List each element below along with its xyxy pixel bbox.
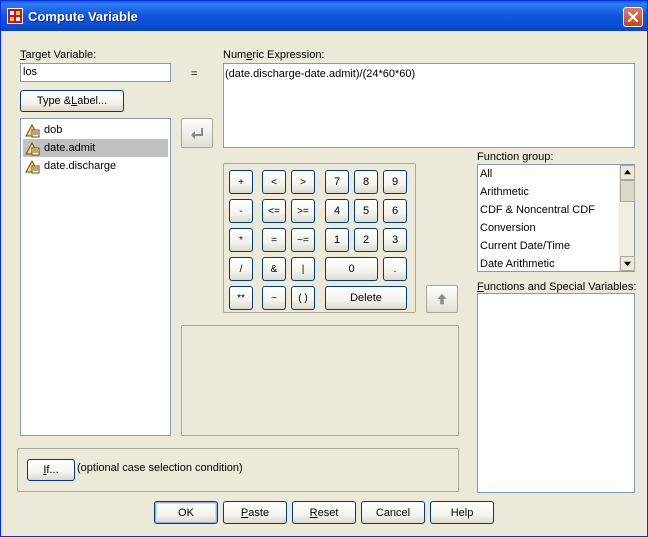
equals-sign: =	[191, 68, 198, 80]
if-note: (optional case selection condition)	[77, 462, 243, 474]
calc-digit-0-button[interactable]: 0	[325, 257, 378, 281]
function-group-item[interactable]: CDF & Noncentral CDF	[480, 201, 595, 219]
variable-item-date-admit[interactable]: date.admit	[23, 139, 168, 157]
function-group-item[interactable]: Arithmetic	[480, 183, 529, 201]
calc-decimal-button[interactable]: .	[383, 257, 407, 281]
app-icon	[7, 8, 23, 24]
calc-digit-4-button[interactable]: 4	[325, 199, 349, 223]
calc-digit-6-button[interactable]: 6	[383, 199, 407, 223]
scroll-up-icon	[624, 169, 631, 175]
date-variable-icon	[25, 123, 40, 138]
calc-parentheses-button[interactable]: ( )	[291, 286, 315, 310]
arrow-up-icon	[437, 293, 447, 305]
functions-special-list[interactable]	[477, 293, 635, 493]
variable-item-dob[interactable]: dob	[23, 121, 168, 139]
close-icon	[627, 11, 639, 23]
calculator-pad: + - * / ** < <= = & ~ > >= ~= | ( ) 7 8 …	[223, 163, 416, 313]
calc-digit-7-button[interactable]: 7	[325, 170, 349, 194]
insert-function-button[interactable]	[426, 285, 458, 313]
calc-digit-9-button[interactable]: 9	[383, 170, 407, 194]
numeric-expression-textarea[interactable]: (date.discharge-date.admit)/(24*60*60)	[223, 63, 635, 148]
variable-item-date-discharge[interactable]: date.discharge	[23, 157, 168, 175]
paste-button[interactable]: Paste	[223, 501, 287, 524]
compute-variable-dialog: Compute Variable Target Variable: los = …	[0, 0, 648, 537]
close-button[interactable]	[623, 7, 643, 27]
calc-digit-3-button[interactable]: 3	[383, 228, 407, 252]
functions-special-label: Functions and Special Variables:	[477, 281, 637, 293]
target-variable-input[interactable]: los	[20, 63, 171, 82]
calc-power-button[interactable]: **	[229, 286, 253, 310]
date-variable-icon	[25, 159, 40, 174]
function-group-list[interactable]: All Arithmetic CDF & Noncentral CDF Conv…	[477, 164, 635, 272]
variable-name: date.admit	[44, 142, 96, 154]
move-variable-button[interactable]	[181, 118, 213, 148]
calc-digit-8-button[interactable]: 8	[354, 170, 378, 194]
calc-digit-2-button[interactable]: 2	[354, 228, 378, 252]
calc-multiply-button[interactable]: *	[229, 228, 253, 252]
function-group-label: Function group:	[477, 151, 554, 163]
scroll-down-button[interactable]	[620, 256, 635, 271]
calc-less-equal-button[interactable]: <=	[262, 199, 286, 223]
target-variable-value: los	[23, 66, 38, 78]
scroll-thumb[interactable]	[620, 180, 635, 202]
numeric-expression-value: (date.discharge-date.admit)/(24*60*60)	[225, 68, 416, 80]
calc-not-button[interactable]: ~	[262, 286, 286, 310]
calc-divide-button[interactable]: /	[229, 257, 253, 281]
target-variable-label: Target Variable:	[20, 49, 97, 61]
variable-name: dob	[44, 124, 63, 136]
calc-not-equal-button[interactable]: ~=	[291, 228, 315, 252]
function-group-item[interactable]: All	[480, 165, 492, 183]
calc-digit-1-button[interactable]: 1	[325, 228, 349, 252]
help-button[interactable]: Help	[430, 501, 494, 524]
calc-digit-5-button[interactable]: 5	[354, 199, 378, 223]
calc-plus-button[interactable]: +	[229, 170, 253, 194]
calc-greater-equal-button[interactable]: >=	[291, 199, 315, 223]
calc-minus-button[interactable]: -	[229, 199, 253, 223]
function-group-item[interactable]: Conversion	[480, 219, 536, 237]
function-group-item[interactable]: Date Arithmetic	[480, 255, 555, 273]
type-and-label-button[interactable]: Type & Label...	[20, 90, 124, 112]
scroll-up-button[interactable]	[620, 165, 635, 180]
function-group-item[interactable]: Current Date/Time	[480, 237, 570, 255]
ok-button[interactable]: OK	[154, 501, 218, 524]
calc-and-button[interactable]: &	[262, 257, 286, 281]
if-button[interactable]: If...	[27, 459, 75, 481]
if-section: If... (optional case selection condition…	[17, 448, 459, 492]
scroll-down-icon	[624, 261, 631, 267]
date-variable-icon	[25, 141, 40, 156]
calc-equal-button[interactable]: =	[262, 228, 286, 252]
calc-delete-button[interactable]: Delete	[325, 286, 407, 310]
arrow-left-icon	[191, 128, 203, 139]
function-group-scrollbar[interactable]	[619, 165, 635, 271]
variable-list[interactable]: dob date.admit date.discharge	[20, 118, 171, 436]
numeric-expression-label: Numeric Expression:	[223, 49, 325, 61]
calc-or-button[interactable]: |	[291, 257, 315, 281]
variable-name: date.discharge	[44, 160, 117, 172]
calc-less-than-button[interactable]: <	[262, 170, 286, 194]
cancel-button[interactable]: Cancel	[361, 501, 425, 524]
reset-button[interactable]: Reset	[292, 501, 356, 524]
calc-greater-than-button[interactable]: >	[291, 170, 315, 194]
function-description-area	[181, 325, 459, 436]
window-title: Compute Variable	[28, 9, 138, 24]
title-bar[interactable]: Compute Variable	[1, 1, 647, 31]
